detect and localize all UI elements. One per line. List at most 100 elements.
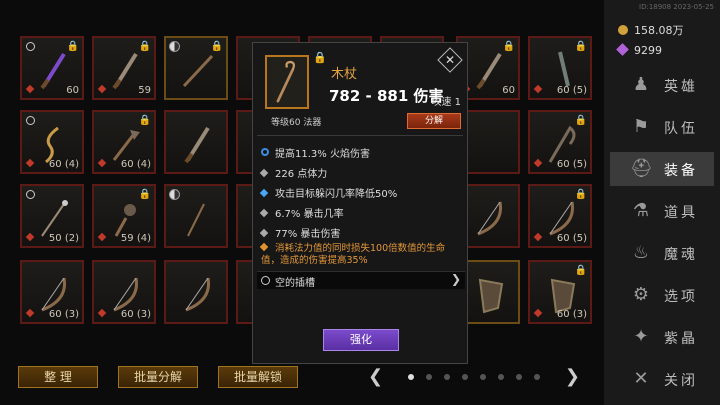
enhance-button[interactable]: 强化 bbox=[323, 329, 399, 351]
page-dot[interactable] bbox=[516, 374, 522, 380]
inventory-slot[interactable]: 🔒 60 (3) bbox=[528, 260, 592, 324]
gold-coin-icon bbox=[618, 25, 628, 35]
sidebar-item[interactable]: ⚗ 道具 bbox=[610, 194, 714, 228]
crystal-icon: ✦ bbox=[633, 326, 649, 347]
gear-icon: ⚙ bbox=[632, 284, 650, 305]
wand-icon bbox=[187, 203, 205, 237]
sidebar-item[interactable]: ⛑ 装备 bbox=[610, 152, 714, 186]
gold-counter: 158.08万 bbox=[618, 22, 684, 38]
sidebar-item[interactable]: ⚑ 队伍 bbox=[610, 110, 714, 144]
socket-row[interactable]: 空的插槽 ❯ bbox=[257, 271, 465, 289]
lock-icon: 🔒 bbox=[138, 115, 151, 126]
stat-text: 提高11.3% 火焰伤害 bbox=[275, 149, 370, 160]
inventory-slot[interactable]: 🔒 bbox=[164, 36, 228, 100]
sort-button[interactable]: 整 理 bbox=[18, 366, 98, 388]
dismantle-button[interactable]: 分解 bbox=[407, 113, 461, 129]
stat-line: 6.7% 暴击几率 bbox=[259, 205, 344, 220]
stat-line: 攻击目标躲闪几率降低50% bbox=[259, 185, 397, 200]
stat-bullet-icon bbox=[259, 168, 269, 178]
inventory-slot[interactable] bbox=[164, 110, 228, 174]
gem-amount: 9299 bbox=[634, 44, 662, 57]
lock-icon: 🔒 bbox=[574, 41, 587, 52]
bow-icon bbox=[477, 201, 503, 236]
batch-dismantle-button[interactable]: 批量分解 bbox=[118, 366, 198, 388]
page-dot[interactable] bbox=[426, 374, 432, 380]
slot-level: 60 bbox=[66, 85, 79, 96]
slot-level: 59 bbox=[138, 85, 151, 96]
inventory-slot[interactable] bbox=[164, 184, 228, 248]
inventory-slot[interactable]: 🔒 59 bbox=[92, 36, 156, 100]
legendary-text: 消耗法力值的同时损失100倍数值的生命值，造成的伤害提高35% bbox=[261, 243, 446, 266]
flag-icon: ⚑ bbox=[632, 116, 650, 137]
legendary-affix: 消耗法力值的同时损失100倍数值的生命值，造成的伤害提高35% bbox=[259, 242, 461, 267]
inventory-slot[interactable]: 60 (3) bbox=[20, 260, 84, 324]
build-stamp: ID:18908 2023-05-25 bbox=[639, 3, 714, 11]
attack-speed: 攻速 1 bbox=[431, 97, 461, 108]
flame-icon: ♨ bbox=[632, 242, 650, 263]
lock-icon[interactable]: 🔒 bbox=[313, 51, 327, 64]
sidebar-item[interactable]: ♟ 英雄 bbox=[610, 68, 714, 102]
page-dot[interactable] bbox=[534, 374, 540, 380]
stat-text: 226 点体力 bbox=[275, 169, 328, 180]
item-tooltip: 🔒 木杖 782 - 881 伤害 攻速 1 等级60 法器 分解 ✕ 消耗法力… bbox=[252, 42, 468, 364]
sidebar-item-label: 装备 bbox=[664, 163, 698, 179]
inventory-slot[interactable] bbox=[164, 260, 228, 324]
yin-yang-icon bbox=[169, 41, 180, 52]
sidebar-item[interactable]: ✦ 紫晶 bbox=[610, 320, 714, 354]
slot-level: 59 (4) bbox=[120, 233, 151, 244]
inventory-slot[interactable]: 🔒 60 (5) bbox=[528, 184, 592, 248]
slot-level: 60 (5) bbox=[556, 159, 587, 170]
bow-icon bbox=[185, 277, 211, 312]
ring-marker-icon bbox=[26, 42, 35, 51]
socket-label: 空的插槽 bbox=[275, 278, 315, 289]
stat-line: 77% 暴击伤害 bbox=[259, 225, 341, 240]
lock-icon: 🔒 bbox=[138, 41, 151, 52]
sidebar-item-label: 关闭 bbox=[664, 373, 698, 389]
potion-icon: ⚗ bbox=[632, 200, 650, 221]
stat-bullet-icon bbox=[259, 188, 269, 198]
inventory-slot[interactable]: 🔒 60 (5) bbox=[528, 110, 592, 174]
batch-unlock-button[interactable]: 批量解锁 bbox=[218, 366, 298, 388]
inventory-slot[interactable]: 🔒 59 (4) bbox=[92, 184, 156, 248]
sidebar-item-label: 紫晶 bbox=[664, 331, 698, 347]
sidebar-item[interactable]: ⚙ 选项 bbox=[610, 278, 714, 312]
item-class: 等级60 法器 bbox=[271, 118, 322, 128]
inventory-slot[interactable]: 60 (3) bbox=[92, 260, 156, 324]
inventory-slot[interactable]: 60 (4) bbox=[20, 110, 84, 174]
gem-icon bbox=[616, 43, 629, 56]
lock-icon: 🔒 bbox=[574, 189, 587, 200]
sidebar: ID:18908 2023-05-25 158.08万 9299 ♟ 英雄 ⚑ 队伍 ⛑… bbox=[604, 0, 720, 405]
divider bbox=[257, 135, 463, 136]
sidebar-item-label: 魔魂 bbox=[664, 247, 698, 263]
orange-bullet-icon bbox=[259, 242, 269, 252]
sidebar-item[interactable]: ✕ 关闭 bbox=[610, 362, 714, 396]
item-damage: 782 - 881 伤害 bbox=[329, 87, 444, 105]
ring-marker-icon bbox=[26, 190, 35, 199]
page-dot[interactable] bbox=[462, 374, 468, 380]
lock-icon: 🔒 bbox=[574, 115, 587, 126]
slot-level: 60 bbox=[502, 85, 515, 96]
item-name: 木杖 bbox=[331, 67, 358, 82]
page-dot[interactable] bbox=[498, 374, 504, 380]
stat-text: 77% 暴击伤害 bbox=[275, 229, 341, 240]
chevron-left-icon[interactable]: ❮ bbox=[368, 366, 383, 387]
sidebar-item[interactable]: ♨ 魔魂 bbox=[610, 236, 714, 270]
shield-icon bbox=[478, 278, 504, 314]
slot-level: 60 (4) bbox=[48, 159, 79, 170]
page-dot[interactable] bbox=[444, 374, 450, 380]
gold-amount: 158.08万 bbox=[634, 24, 684, 37]
inventory-slot[interactable]: 50 (2) bbox=[20, 184, 84, 248]
page-dot[interactable] bbox=[480, 374, 486, 380]
close-button[interactable]: ✕ bbox=[437, 47, 463, 73]
inventory-slot[interactable]: 🔒 60 (4) bbox=[92, 110, 156, 174]
lock-icon: 🔒 bbox=[138, 189, 151, 200]
stat-bullet-icon bbox=[259, 208, 269, 218]
inventory-slot[interactable]: 🔒 60 bbox=[20, 36, 84, 100]
slot-level: 60 (5) bbox=[556, 85, 587, 96]
page-indicator: ❮ ❯ bbox=[368, 366, 584, 388]
lock-icon: 🔒 bbox=[502, 41, 515, 52]
chevron-right-icon[interactable]: ❯ bbox=[565, 366, 580, 387]
page-dot[interactable] bbox=[408, 374, 414, 380]
chevron-right-icon: ❯ bbox=[450, 272, 461, 286]
inventory-slot[interactable]: 🔒 60 (5) bbox=[528, 36, 592, 100]
